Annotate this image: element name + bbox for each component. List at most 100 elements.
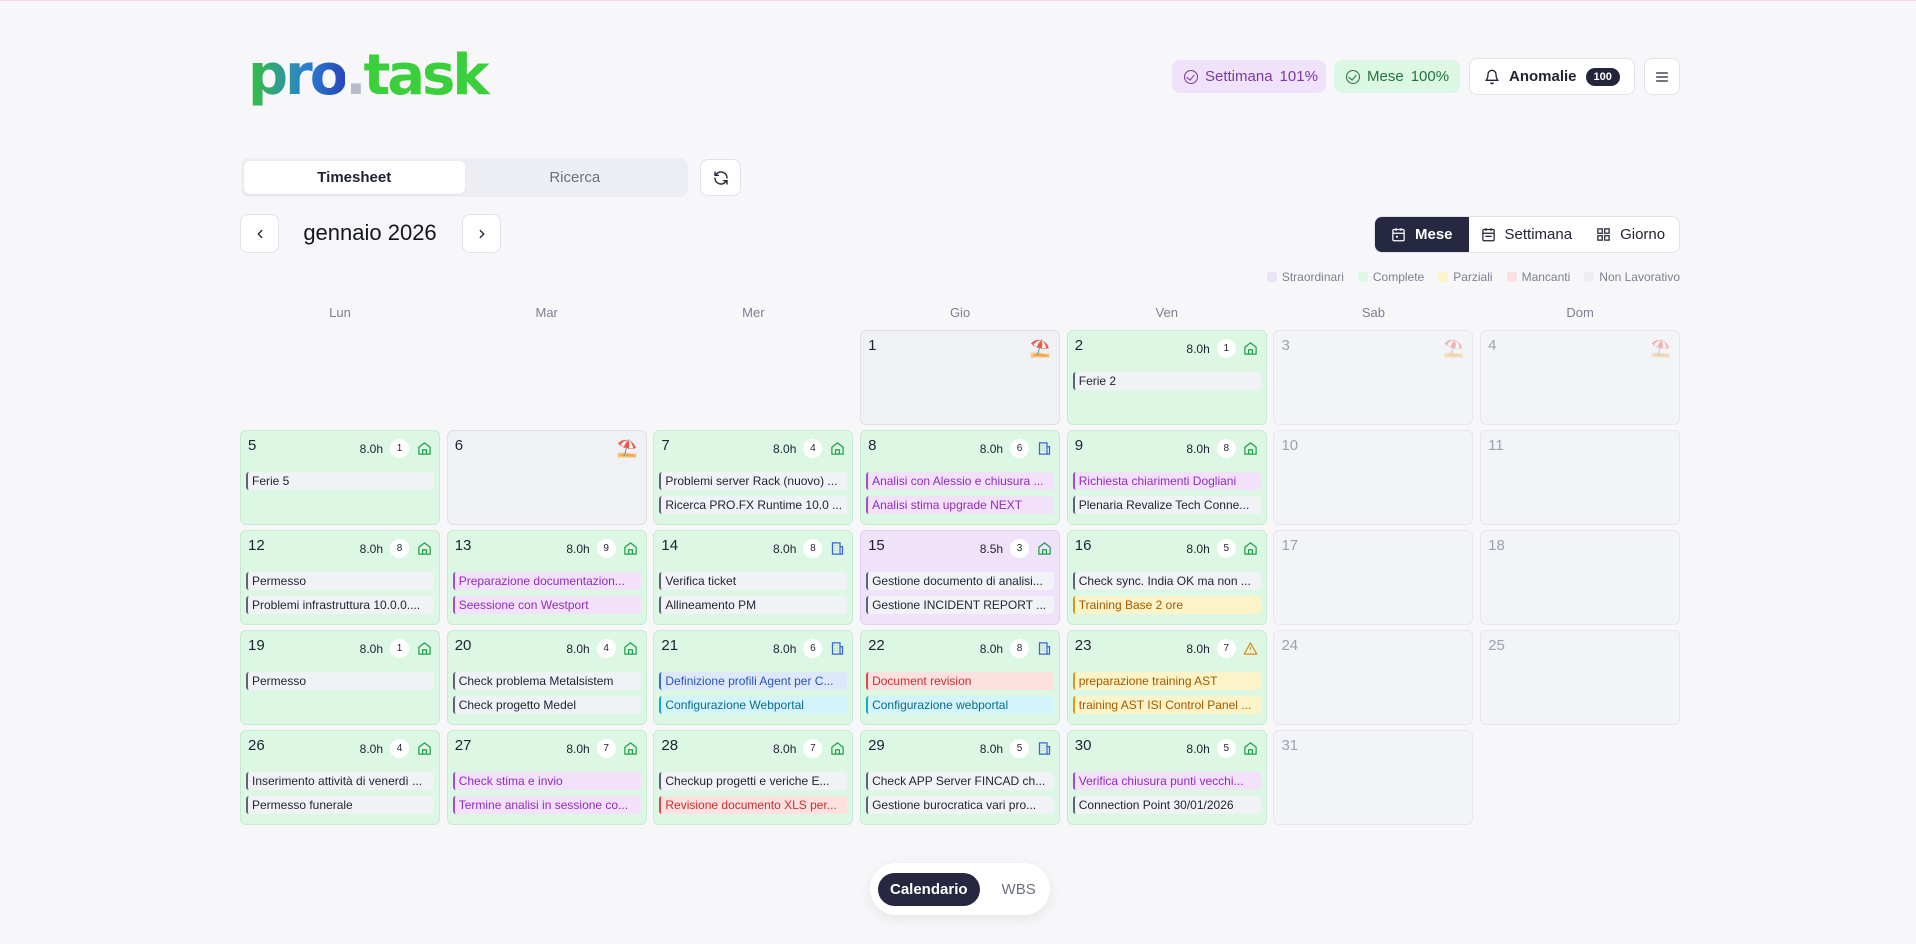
view-month-button[interactable]: Mese	[1375, 217, 1469, 252]
calendar-day-cell[interactable]: 4 ⛱️	[1480, 330, 1681, 425]
calendar-day-cell[interactable]: 22 8.0h 8 Document revision Configurazione w…	[860, 630, 1061, 725]
time-entry[interactable]: Training Base 2 ore	[1072, 596, 1261, 614]
calendar-day-cell[interactable]: 7 8.0h 4 Problemi server Rack (nuovo) ... Ri…	[653, 430, 854, 525]
legend-swatch	[1584, 272, 1595, 282]
time-entry[interactable]: Ferie 5	[246, 472, 434, 490]
time-entry[interactable]: Check progetto Medel	[452, 696, 641, 714]
time-entry[interactable]: Configurazione webportal	[866, 696, 1055, 714]
time-entry[interactable]: Document revision	[866, 672, 1055, 690]
calendar-day-cell[interactable]: 28 8.0h 7 Checkup progetti e veriche E... Re…	[653, 730, 854, 825]
prev-month-button[interactable]	[240, 214, 279, 253]
calendar-day-cell[interactable]: 8 8.0h 6 Analisi con Alessio e chiusura ...…	[860, 430, 1061, 525]
entries-count: 4	[390, 739, 409, 758]
calendar-day-cell[interactable]: 21 8.0h 6 Definizione profili Agent per C..…	[653, 630, 854, 725]
calendar-day-cell[interactable]: 24	[1273, 630, 1474, 725]
calendar-day-cell[interactable]: 9 8.0h 8 Richiesta chiarimenti Dogliani Plen…	[1066, 430, 1267, 525]
next-month-button[interactable]	[462, 214, 501, 253]
calendar-day-cell[interactable]: 11	[1480, 430, 1681, 525]
calendario-toggle[interactable]: Calendario	[878, 872, 980, 906]
time-entry[interactable]: Analisi con Alessio e chiusura ...	[866, 472, 1055, 490]
calendar-day-cell[interactable]: 16 8.0h 5 Check sync. India OK ma non ... Tr…	[1066, 530, 1267, 625]
time-entry[interactable]: Definizione profili Agent per C...	[659, 672, 848, 690]
view-week-button[interactable]: Settimana	[1469, 217, 1585, 252]
day-hours: 8.0h	[1186, 541, 1210, 556]
refresh-icon	[713, 170, 728, 185]
time-entry[interactable]: Allineamento PM	[659, 596, 848, 614]
time-entry[interactable]: Check APP Server FINCAD ch...	[866, 772, 1055, 790]
day-number: 15	[868, 537, 885, 554]
time-entry[interactable]: Revisione documento XLS per...	[659, 796, 848, 814]
time-entry[interactable]: Inserimento attività di venerdì ...	[246, 772, 434, 790]
tab-timesheet[interactable]: Timesheet	[244, 161, 465, 194]
wbs-toggle[interactable]: WBS	[990, 873, 1048, 906]
time-entry[interactable]: Permesso funerale	[246, 796, 434, 814]
calendar-day-cell[interactable]: 13 8.0h 9 Preparazione documentazion... Sees…	[446, 530, 647, 625]
time-entry[interactable]: training AST ISI Control Panel ...	[1072, 696, 1261, 714]
time-entry[interactable]: Gestione documento di analisi...	[866, 572, 1055, 590]
calendar-day-cell[interactable]: 29 8.0h 5 Check APP Server FINCAD ch... Gest…	[860, 730, 1061, 825]
time-entry[interactable]: Gestione burocratica vari pro...	[866, 796, 1055, 814]
calendar-day-cell[interactable]: 15 8.5h 3 Gestione documento di analisi... G…	[860, 530, 1061, 625]
time-entry[interactable]: Termine analisi in sessione co...	[452, 796, 641, 814]
calendar-day-cell[interactable]: 26 8.0h 4 Inserimento attività di venerdì .…	[240, 730, 440, 825]
anomalies-button[interactable]: Anomalie 100	[1469, 58, 1635, 95]
home-icon	[623, 741, 639, 757]
calendar-day-cell[interactable]: 25	[1480, 630, 1681, 725]
time-entry[interactable]: Preparazione documentazion...	[452, 572, 641, 590]
time-entry[interactable]: Analisi stima upgrade NEXT	[866, 496, 1055, 514]
day-hours: 8.0h	[979, 441, 1004, 456]
tab-ricerca[interactable]: Ricerca	[465, 161, 686, 194]
calendar-day-cell[interactable]: 19 8.0h 1 Permesso	[240, 630, 440, 725]
time-entry[interactable]: Verifica chiusura punti vecchi...	[1072, 772, 1261, 790]
day-number: 9	[1074, 437, 1084, 454]
calendar-day-cell[interactable]: 20 8.0h 4 Check problema Metalsistem Check p…	[446, 630, 647, 725]
menu-button[interactable]	[1644, 58, 1680, 95]
time-entry[interactable]: Plenaria Revalize Tech Conne...	[1072, 496, 1261, 514]
time-entry[interactable]: Richiesta chiarimenti Dogliani	[1072, 472, 1261, 490]
time-entry[interactable]: Connection Point 30/01/2026	[1072, 796, 1261, 814]
calendar-day-cell[interactable]: 31	[1273, 730, 1474, 825]
calendar-day-cell[interactable]: 18	[1480, 530, 1681, 625]
time-entry[interactable]: Ricerca PRO.FX Runtime 10.0 ...	[659, 496, 848, 514]
time-entry[interactable]: Problemi infrastruttura 10.0.0....	[246, 596, 434, 614]
time-entry[interactable]: Check sync. India OK ma non ...	[1072, 572, 1261, 590]
time-entry[interactable]: Check stima e invio	[452, 772, 641, 790]
time-entry[interactable]: Verifica ticket	[659, 572, 848, 590]
day-hours: 8.0h	[1186, 341, 1210, 356]
calendar-day-cell[interactable]: 3 ⛱️	[1273, 330, 1474, 425]
calendar-day-cell[interactable]: 1 ⛱️	[860, 330, 1061, 425]
time-entry[interactable]: Permesso	[246, 572, 434, 590]
calendar-day-cell[interactable]: 6 ⛱️	[446, 430, 647, 525]
day-number: 11	[1488, 437, 1504, 454]
office-building-icon	[1036, 441, 1052, 457]
time-entry[interactable]: Gestione INCIDENT REPORT ...	[866, 596, 1055, 614]
view-day-button[interactable]: Giorno	[1584, 217, 1677, 252]
time-entry[interactable]: Seessione con Westport	[452, 596, 641, 614]
time-entry[interactable]: Permesso	[246, 672, 434, 690]
time-entry[interactable]: Checkup progetti e veriche E...	[659, 772, 848, 790]
day-number: 18	[1488, 537, 1505, 554]
day-hours: 8.0h	[359, 541, 383, 556]
calendar-day-cell[interactable]: 2 8.0h 1 Ferie 2	[1066, 330, 1267, 425]
calendar-day-cell[interactable]: 30 8.0h 5 Verifica chiusura punti vecchi...…	[1066, 730, 1267, 825]
time-entry[interactable]: Problemi server Rack (nuovo) ...	[659, 472, 848, 490]
day-summary: 8.0h 9	[566, 539, 638, 558]
calendar-day-cell[interactable]: 5 8.0h 1 Ferie 5	[240, 430, 440, 525]
month-completion-badge[interactable]: Mese 100%	[1334, 60, 1460, 93]
day-summary: 8.0h 8	[360, 539, 432, 558]
time-entry[interactable]: Check problema Metalsistem	[452, 672, 641, 690]
time-entry[interactable]: Ferie 2	[1072, 372, 1261, 390]
calendar-day-cell[interactable]: 17	[1273, 530, 1474, 625]
main-tabs: Timesheet Ricerca	[241, 158, 688, 197]
calendar-day-cell[interactable]: 12 8.0h 8 Permesso Problemi infrastruttura 1…	[240, 530, 440, 625]
home-icon	[1243, 541, 1259, 557]
office-building-icon	[829, 641, 845, 657]
calendar-day-cell[interactable]: 10	[1273, 430, 1474, 525]
refresh-button[interactable]	[700, 159, 741, 196]
week-completion-badge[interactable]: Settimana 101%	[1172, 60, 1326, 93]
calendar-day-cell[interactable]: 27 8.0h 7 Check stima e invio Termine analis…	[446, 730, 647, 825]
calendar-day-cell[interactable]: 14 8.0h 8 Verifica ticket Allineamento PM	[653, 530, 854, 625]
time-entry[interactable]: preparazione training AST	[1072, 672, 1261, 690]
calendar-day-cell[interactable]: 23 8.0h 7 preparazione training AST training…	[1066, 630, 1267, 725]
time-entry[interactable]: Configurazione Webportal	[659, 696, 848, 714]
